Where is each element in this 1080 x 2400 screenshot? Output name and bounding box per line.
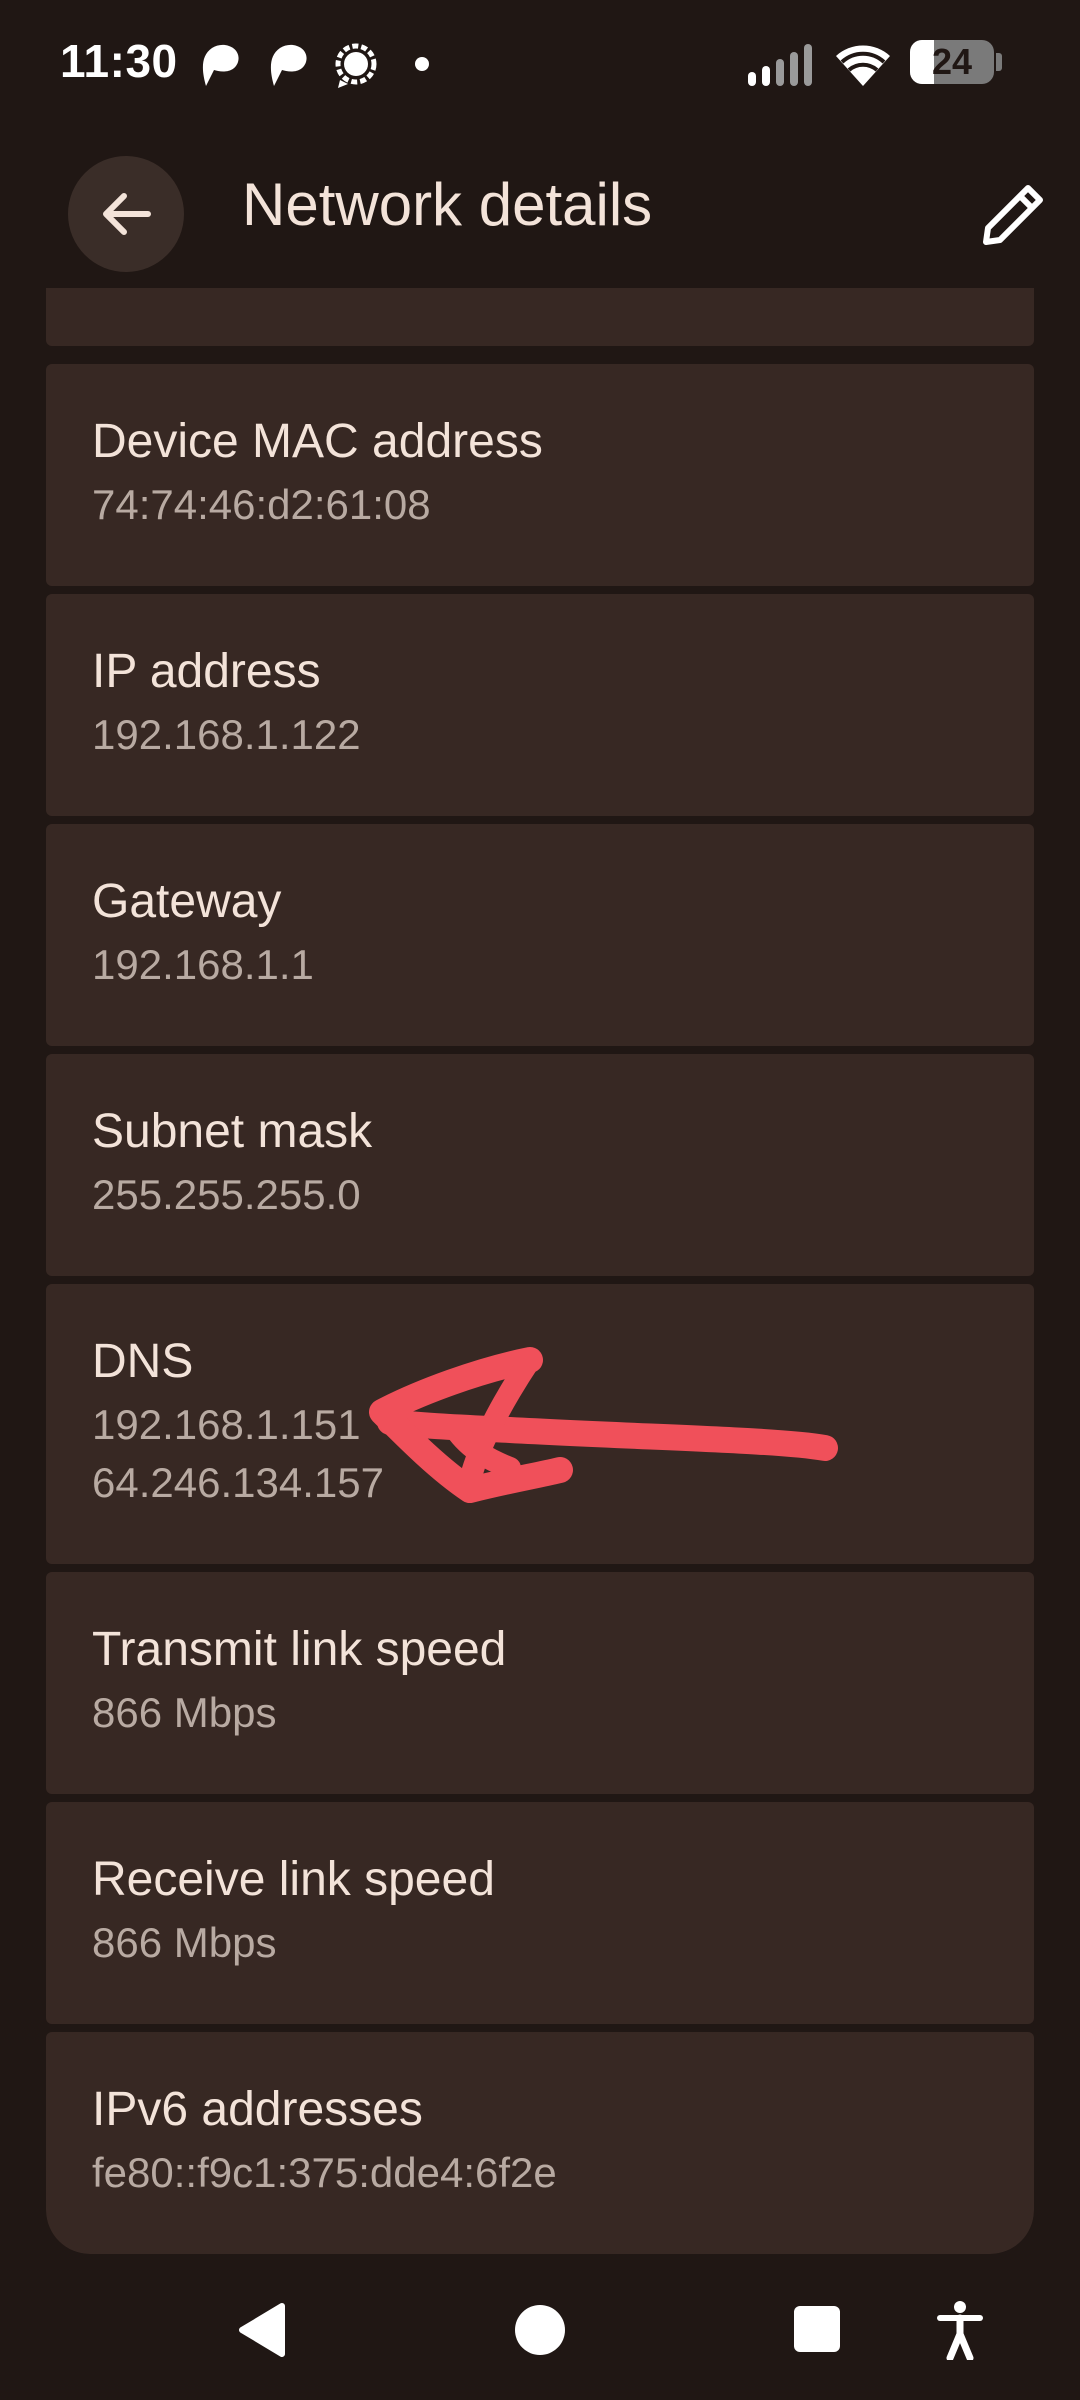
list-item-value: fe80::f9c1:375:dde4:6f2e	[92, 2149, 557, 2196]
home-circle-icon[interactable]	[512, 2302, 568, 2358]
list-item-ipv6-addresses[interactable]: IPv6 addresses fe80::f9c1:375:dde4:6f2e	[46, 2032, 1034, 2254]
arrow-left-icon	[103, 193, 151, 235]
page-title: Network details	[242, 171, 653, 238]
hand-drawn-arrow-annotation	[369, 1347, 838, 1503]
wifi-icon	[836, 45, 890, 86]
status-time: 11:30	[60, 35, 178, 87]
list-item-gateway[interactable]: Gateway 192.168.1.1	[46, 824, 1034, 1046]
list-item-value: 74:74:46:d2:61:08	[92, 481, 431, 528]
battery-level: 24	[931, 41, 973, 82]
network-details-list: Wi-Fi 6 Device MAC address 74:74:46:d2:6…	[46, 288, 1034, 2254]
app-notification-icon	[202, 44, 239, 86]
accessibility-icon[interactable]	[936, 2300, 984, 2360]
app-bar: Network details	[0, 140, 1080, 288]
list-item-label: DNS	[92, 1335, 194, 1388]
list-item-value: Wi-Fi 6	[92, 288, 225, 298]
list-item-label: Transmit link speed	[92, 1623, 507, 1676]
status-bar: 11:30 24	[0, 0, 1080, 130]
list-item-value: 192.168.1.122	[92, 711, 361, 758]
system-nav-bar	[0, 2260, 1080, 2400]
dot-icon	[415, 57, 429, 71]
list-item-label: IPv6 addresses	[92, 2083, 423, 2136]
list-item-partial[interactable]: Wi-Fi 6	[46, 288, 1034, 346]
list-item-label: Receive link speed	[92, 1853, 495, 1906]
list-item-value: 192.168.1.151	[92, 1401, 361, 1448]
list-item-value: 866 Mbps	[92, 1919, 277, 1966]
list-item-value: 192.168.1.1	[92, 941, 314, 988]
list-item-label: Device MAC address	[92, 415, 543, 468]
recents-square-icon[interactable]	[792, 2304, 842, 2354]
list-item-value: 64.246.134.157	[92, 1459, 384, 1506]
battery-icon: 24	[910, 40, 1004, 86]
list-item-ip-address[interactable]: IP address 192.168.1.122	[46, 594, 1034, 816]
list-item-mac-address[interactable]: Device MAC address 74:74:46:d2:61:08	[46, 364, 1034, 586]
back-triangle-icon[interactable]	[236, 2302, 288, 2358]
cellular-signal-icon	[748, 44, 812, 86]
list-item-value: 255.255.255.0	[92, 1171, 361, 1218]
list-item-label: Gateway	[92, 875, 282, 928]
list-item-receive-link-speed[interactable]: Receive link speed 866 Mbps	[46, 1802, 1034, 2024]
app-notification-icon	[270, 44, 307, 86]
list-item-value: 866 Mbps	[92, 1689, 277, 1736]
list-item-label: IP address	[92, 645, 321, 698]
signal-messenger-icon	[335, 43, 377, 88]
back-button[interactable]	[68, 156, 184, 272]
list-item-label: Subnet mask	[92, 1105, 373, 1158]
list-item-subnet-mask[interactable]: Subnet mask 255.255.255.0	[46, 1054, 1034, 1276]
list-item-transmit-link-speed[interactable]: Transmit link speed 866 Mbps	[46, 1572, 1034, 1794]
pencil-icon[interactable]	[976, 176, 1052, 252]
